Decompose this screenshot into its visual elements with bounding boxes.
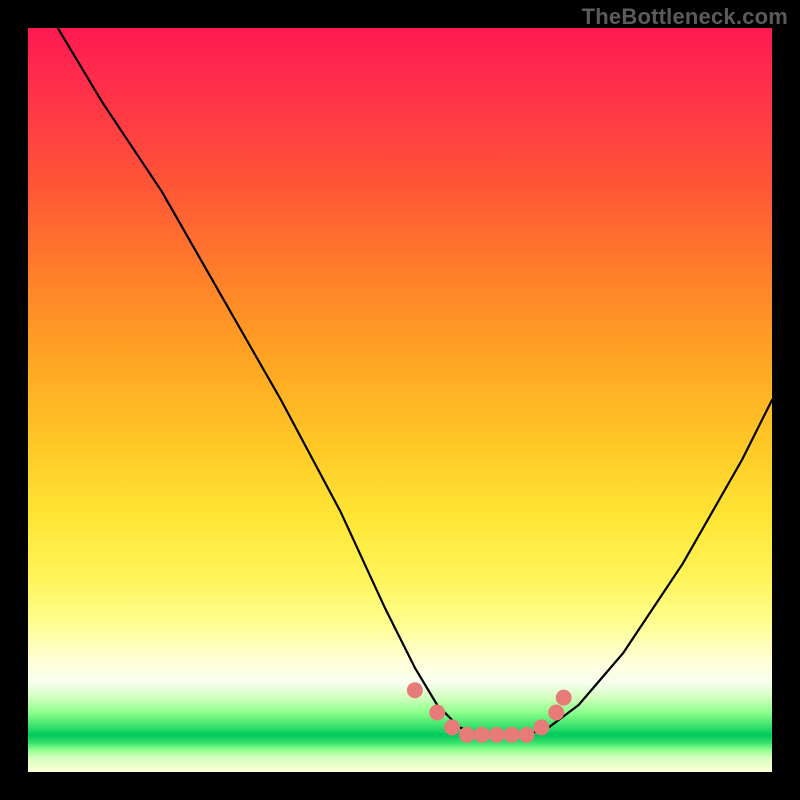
marker-dot bbox=[444, 719, 460, 735]
marker-dot bbox=[548, 705, 564, 721]
watermark-text: TheBottleneck.com bbox=[582, 4, 788, 30]
chart-frame: TheBottleneck.com bbox=[0, 0, 800, 800]
marker-dot bbox=[474, 727, 490, 743]
marker-dot bbox=[519, 727, 535, 743]
marker-dot bbox=[407, 682, 423, 698]
marker-dot bbox=[556, 690, 572, 706]
marker-dot bbox=[504, 727, 520, 743]
bottleneck-curve bbox=[58, 28, 772, 735]
marker-dot bbox=[429, 705, 445, 721]
marker-dot bbox=[489, 727, 505, 743]
marker-dot bbox=[459, 727, 475, 743]
marker-dot bbox=[533, 719, 549, 735]
pink-dot-band bbox=[407, 682, 572, 743]
curve-layer bbox=[28, 28, 772, 772]
plot-area bbox=[28, 28, 772, 772]
